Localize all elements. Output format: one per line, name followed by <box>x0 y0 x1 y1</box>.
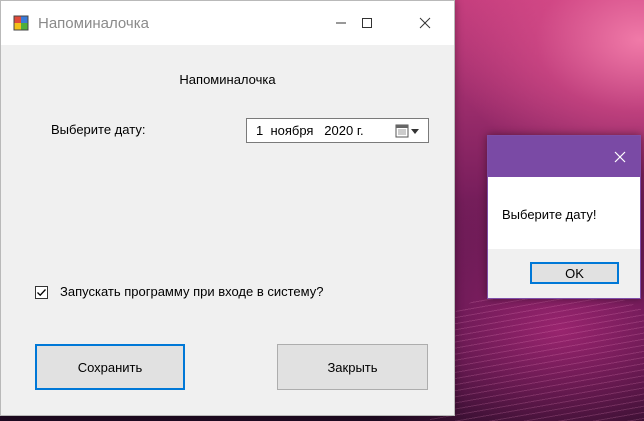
close-button[interactable]: Закрыть <box>277 344 428 390</box>
ok-button[interactable]: OK <box>530 262 619 284</box>
app-icon <box>13 15 29 31</box>
save-button[interactable]: Сохранить <box>35 344 185 390</box>
close-window-button[interactable] <box>402 1 448 45</box>
message-box-footer: OK <box>488 249 640 298</box>
autostart-label[interactable]: Запускать программу при входе в систему? <box>60 284 323 299</box>
message-box: Выберите дату! OK <box>487 135 641 299</box>
checkmark-icon <box>37 289 46 297</box>
date-picker[interactable]: 1 ноября 2020 г. <box>246 118 429 143</box>
date-picker-value[interactable]: 1 ноября 2020 г. <box>256 123 364 138</box>
calendar-dropdown-icon[interactable] <box>394 123 424 139</box>
main-window: Напоминалочка Напоминалочка Выберите дат… <box>0 0 455 416</box>
message-text: Выберите дату! <box>502 207 597 222</box>
autostart-checkbox[interactable] <box>35 286 48 299</box>
maximize-icon <box>362 18 372 28</box>
close-icon <box>419 17 431 29</box>
message-box-title-bar[interactable] <box>488 136 640 177</box>
wallpaper-wave <box>430 285 644 421</box>
form-heading: Напоминалочка <box>179 72 276 87</box>
close-icon <box>614 151 626 162</box>
message-box-close-button[interactable] <box>600 136 640 177</box>
window-title: Напоминалочка <box>38 15 149 32</box>
maximize-button[interactable] <box>344 1 390 45</box>
date-label: Выберите дату: <box>51 122 146 137</box>
title-bar[interactable]: Напоминалочка <box>1 1 454 45</box>
